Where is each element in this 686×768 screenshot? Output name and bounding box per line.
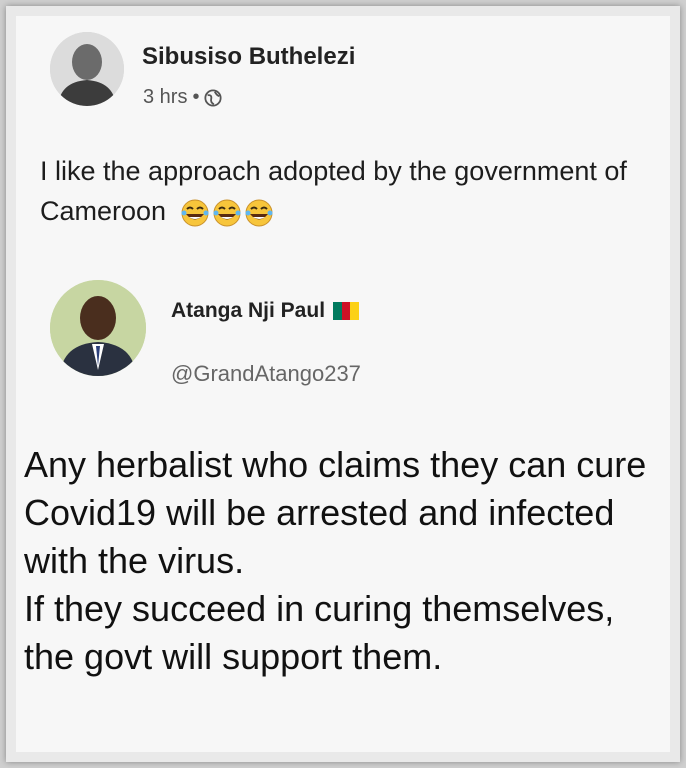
tears-of-joy-emoji (181, 199, 209, 227)
emoji-group (180, 198, 274, 228)
globe-icon (204, 88, 223, 107)
tears-of-joy-emoji (213, 199, 241, 227)
tweet-author-name[interactable]: Atanga Nji Paul (171, 299, 325, 323)
screenshot-frame: Sibusiso Buthelezi 3 hrs • I like the ap… (6, 6, 680, 762)
tears-of-joy-emoji (245, 199, 273, 227)
tweet-paragraph-1: Any herbalist who claims they can cure C… (24, 444, 647, 581)
post-time[interactable]: 3 hrs (143, 86, 187, 109)
post-card: Sibusiso Buthelezi 3 hrs • I like the ap… (16, 16, 670, 752)
tweet-author-row: Atanga Nji Paul (171, 299, 360, 323)
tweet-author-avatar[interactable] (50, 280, 146, 376)
tweet-paragraph-2: If they succeed in curing themselves, th… (24, 588, 615, 677)
post-author-avatar[interactable] (50, 32, 124, 106)
tweet-body: Any herbalist who claims they can cure C… (24, 441, 670, 681)
tweet-author-handle[interactable]: @GrandAtango237 (171, 361, 361, 387)
post-author-name[interactable]: Sibusiso Buthelezi (142, 43, 355, 71)
cameroon-flag-icon (333, 302, 360, 320)
post-text-block: I like the approach adopted by the gover… (40, 151, 640, 231)
post-meta: 3 hrs • (143, 86, 223, 109)
meta-separator: • (192, 86, 200, 108)
post-text: I like the approach adopted by the gover… (40, 156, 627, 226)
